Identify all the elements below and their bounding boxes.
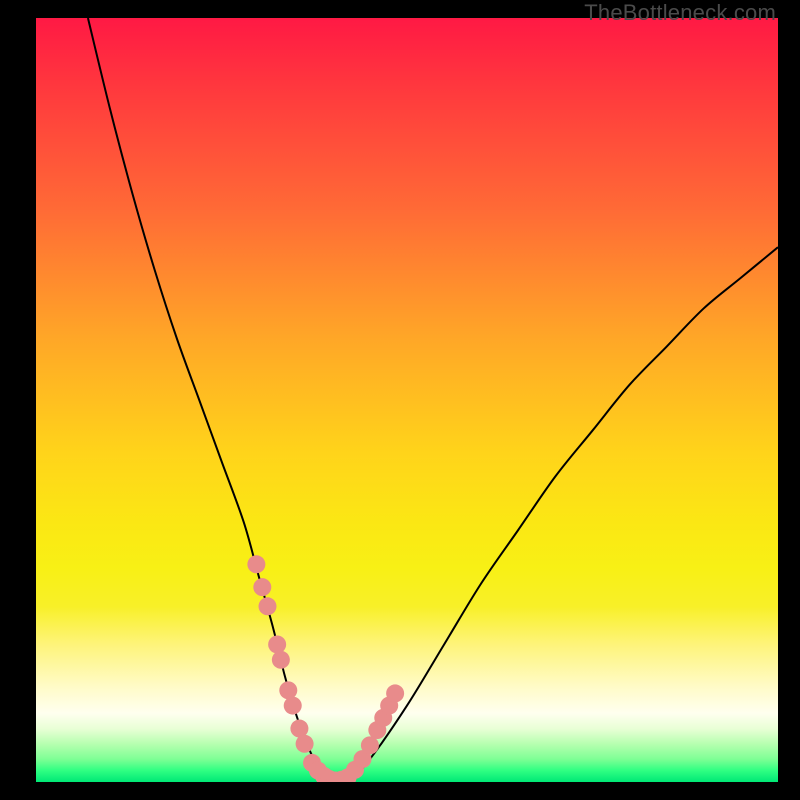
plot-area [36,18,778,782]
marker-dot [290,720,308,738]
marker-dot [284,697,302,715]
highlight-markers [247,555,404,782]
chart-svg [36,18,778,782]
marker-dot [247,555,265,573]
watermark-text: TheBottleneck.com [584,0,776,26]
marker-dot [279,681,297,699]
marker-dot [259,597,277,615]
marker-dot [272,651,290,669]
marker-dot [253,578,271,596]
bottleneck-curve [88,18,778,782]
marker-dot [361,736,379,754]
marker-dot [296,735,314,753]
marker-dot [268,635,286,653]
marker-dot [386,684,404,702]
outer-frame: TheBottleneck.com [0,0,800,800]
